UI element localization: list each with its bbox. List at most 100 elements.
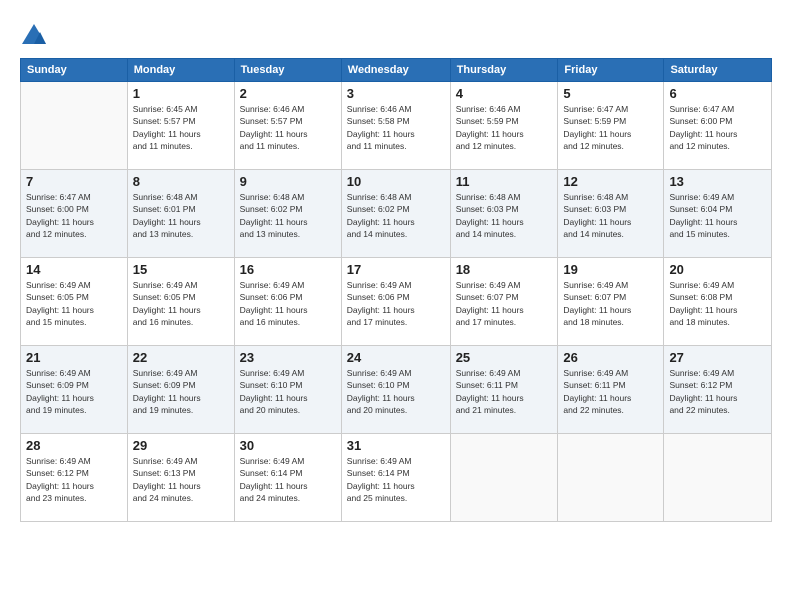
day-info: Sunrise: 6:48 AMSunset: 6:03 PMDaylight:…	[563, 191, 658, 240]
day-info: Sunrise: 6:49 AMSunset: 6:09 PMDaylight:…	[133, 367, 229, 416]
day-number: 18	[456, 262, 553, 277]
day-number: 15	[133, 262, 229, 277]
day-number: 6	[669, 86, 766, 101]
calendar-week-row: 7 Sunrise: 6:47 AMSunset: 6:00 PMDaylight…	[21, 170, 772, 258]
day-info: Sunrise: 6:46 AMSunset: 5:57 PMDaylight:…	[240, 103, 336, 152]
day-info: Sunrise: 6:49 AMSunset: 6:14 PMDaylight:…	[240, 455, 336, 504]
day-number: 17	[347, 262, 445, 277]
calendar-cell: 10 Sunrise: 6:48 AMSunset: 6:02 PMDayligh…	[341, 170, 450, 258]
day-number: 1	[133, 86, 229, 101]
calendar-day-header: Friday	[558, 59, 664, 82]
calendar-cell: 12 Sunrise: 6:48 AMSunset: 6:03 PMDayligh…	[558, 170, 664, 258]
day-info: Sunrise: 6:49 AMSunset: 6:07 PMDaylight:…	[456, 279, 553, 328]
day-info: Sunrise: 6:47 AMSunset: 6:00 PMDaylight:…	[26, 191, 122, 240]
day-number: 16	[240, 262, 336, 277]
day-number: 22	[133, 350, 229, 365]
day-info: Sunrise: 6:49 AMSunset: 6:12 PMDaylight:…	[26, 455, 122, 504]
calendar-cell: 20Sunrise: 6:49 AMSunset: 6:08 PMDayligh…	[664, 258, 772, 346]
day-number: 10	[347, 174, 445, 189]
day-info: Sunrise: 6:49 AMSunset: 6:09 PMDaylight:…	[26, 367, 122, 416]
day-info: Sunrise: 6:49 AMSunset: 6:06 PMDaylight:…	[240, 279, 336, 328]
calendar-day-header: Monday	[127, 59, 234, 82]
logo-icon	[20, 22, 48, 50]
day-info: Sunrise: 6:48 AMSunset: 6:02 PMDaylight:…	[347, 191, 445, 240]
calendar-cell	[664, 434, 772, 522]
day-number: 29	[133, 438, 229, 453]
day-number: 23	[240, 350, 336, 365]
day-number: 13	[669, 174, 766, 189]
calendar-header-row: SundayMondayTuesdayWednesdayThursdayFrid…	[21, 59, 772, 82]
calendar-cell: 28 Sunrise: 6:49 AMSunset: 6:12 PMDayligh…	[21, 434, 128, 522]
day-number: 7	[26, 174, 122, 189]
calendar-day-header: Saturday	[664, 59, 772, 82]
day-number: 8	[133, 174, 229, 189]
day-number: 20	[669, 262, 766, 277]
calendar-cell: 23 Sunrise: 6:49 AMSunset: 6:10 PMDayligh…	[234, 346, 341, 434]
day-info: Sunrise: 6:49 AMSunset: 6:13 PMDaylight:…	[133, 455, 229, 504]
calendar-day-header: Thursday	[450, 59, 558, 82]
calendar-cell: 24Sunrise: 6:49 AMSunset: 6:10 PMDayligh…	[341, 346, 450, 434]
day-info: Sunrise: 6:49 AMSunset: 6:11 PMDaylight:…	[563, 367, 658, 416]
day-info: Sunrise: 6:48 AMSunset: 6:02 PMDaylight:…	[240, 191, 336, 240]
day-number: 19	[563, 262, 658, 277]
calendar-cell: 7 Sunrise: 6:47 AMSunset: 6:00 PMDaylight…	[21, 170, 128, 258]
calendar-cell: 13 Sunrise: 6:49 AMSunset: 6:04 PMDayligh…	[664, 170, 772, 258]
calendar-cell: 15Sunrise: 6:49 AMSunset: 6:05 PMDayligh…	[127, 258, 234, 346]
calendar-cell: 16 Sunrise: 6:49 AMSunset: 6:06 PMDayligh…	[234, 258, 341, 346]
day-info: Sunrise: 6:46 AMSunset: 5:59 PMDaylight:…	[456, 103, 553, 152]
calendar-week-row: 14 Sunrise: 6:49 AMSunset: 6:05 PMDayligh…	[21, 258, 772, 346]
day-number: 28	[26, 438, 122, 453]
calendar-cell: 11Sunrise: 6:48 AMSunset: 6:03 PMDayligh…	[450, 170, 558, 258]
calendar-cell: 21 Sunrise: 6:49 AMSunset: 6:09 PMDayligh…	[21, 346, 128, 434]
day-number: 14	[26, 262, 122, 277]
day-number: 2	[240, 86, 336, 101]
calendar-cell: 4Sunrise: 6:46 AMSunset: 5:59 PMDaylight…	[450, 82, 558, 170]
day-info: Sunrise: 6:49 AMSunset: 6:07 PMDaylight:…	[563, 279, 658, 328]
day-info: Sunrise: 6:48 AMSunset: 6:01 PMDaylight:…	[133, 191, 229, 240]
page: SundayMondayTuesdayWednesdayThursdayFrid…	[0, 0, 792, 612]
calendar-cell	[450, 434, 558, 522]
calendar-cell: 1 Sunrise: 6:45 AMSunset: 5:57 PMDaylight…	[127, 82, 234, 170]
day-info: Sunrise: 6:49 AMSunset: 6:04 PMDaylight:…	[669, 191, 766, 240]
calendar-cell: 22 Sunrise: 6:49 AMSunset: 6:09 PMDayligh…	[127, 346, 234, 434]
calendar-week-row: 28 Sunrise: 6:49 AMSunset: 6:12 PMDayligh…	[21, 434, 772, 522]
day-info: Sunrise: 6:49 AMSunset: 6:10 PMDaylight:…	[240, 367, 336, 416]
day-info: Sunrise: 6:45 AMSunset: 5:57 PMDaylight:…	[133, 103, 229, 152]
day-info: Sunrise: 6:47 AMSunset: 6:00 PMDaylight:…	[669, 103, 766, 152]
calendar-cell: 26 Sunrise: 6:49 AMSunset: 6:11 PMDayligh…	[558, 346, 664, 434]
day-number: 21	[26, 350, 122, 365]
calendar-cell: 29 Sunrise: 6:49 AMSunset: 6:13 PMDayligh…	[127, 434, 234, 522]
day-number: 3	[347, 86, 445, 101]
calendar-cell: 3 Sunrise: 6:46 AMSunset: 5:58 PMDaylight…	[341, 82, 450, 170]
day-info: Sunrise: 6:49 AMSunset: 6:12 PMDaylight:…	[669, 367, 766, 416]
day-number: 27	[669, 350, 766, 365]
calendar-cell: 27 Sunrise: 6:49 AMSunset: 6:12 PMDayligh…	[664, 346, 772, 434]
calendar-cell	[558, 434, 664, 522]
day-info: Sunrise: 6:49 AMSunset: 6:14 PMDaylight:…	[347, 455, 445, 504]
day-info: Sunrise: 6:49 AMSunset: 6:05 PMDaylight:…	[26, 279, 122, 328]
calendar-cell: 31Sunrise: 6:49 AMSunset: 6:14 PMDayligh…	[341, 434, 450, 522]
day-number: 25	[456, 350, 553, 365]
calendar-day-header: Wednesday	[341, 59, 450, 82]
day-info: Sunrise: 6:48 AMSunset: 6:03 PMDaylight:…	[456, 191, 553, 240]
day-number: 5	[563, 86, 658, 101]
calendar-cell: 6 Sunrise: 6:47 AMSunset: 6:00 PMDaylight…	[664, 82, 772, 170]
day-number: 26	[563, 350, 658, 365]
day-info: Sunrise: 6:49 AMSunset: 6:10 PMDaylight:…	[347, 367, 445, 416]
day-info: Sunrise: 6:49 AMSunset: 6:06 PMDaylight:…	[347, 279, 445, 328]
calendar-cell: 17 Sunrise: 6:49 AMSunset: 6:06 PMDayligh…	[341, 258, 450, 346]
calendar-cell: 18 Sunrise: 6:49 AMSunset: 6:07 PMDayligh…	[450, 258, 558, 346]
calendar-week-row: 21 Sunrise: 6:49 AMSunset: 6:09 PMDayligh…	[21, 346, 772, 434]
calendar-cell: 19 Sunrise: 6:49 AMSunset: 6:07 PMDayligh…	[558, 258, 664, 346]
day-info: Sunrise: 6:47 AMSunset: 5:59 PMDaylight:…	[563, 103, 658, 152]
calendar-day-header: Tuesday	[234, 59, 341, 82]
day-number: 12	[563, 174, 658, 189]
calendar-cell: 8 Sunrise: 6:48 AMSunset: 6:01 PMDaylight…	[127, 170, 234, 258]
day-info: Sunrise: 6:49 AMSunset: 6:11 PMDaylight:…	[456, 367, 553, 416]
day-number: 30	[240, 438, 336, 453]
calendar-cell: 30 Sunrise: 6:49 AMSunset: 6:14 PMDayligh…	[234, 434, 341, 522]
day-info: Sunrise: 6:46 AMSunset: 5:58 PMDaylight:…	[347, 103, 445, 152]
calendar-cell: 25 Sunrise: 6:49 AMSunset: 6:11 PMDayligh…	[450, 346, 558, 434]
calendar-cell: 14 Sunrise: 6:49 AMSunset: 6:05 PMDayligh…	[21, 258, 128, 346]
calendar-day-header: Sunday	[21, 59, 128, 82]
